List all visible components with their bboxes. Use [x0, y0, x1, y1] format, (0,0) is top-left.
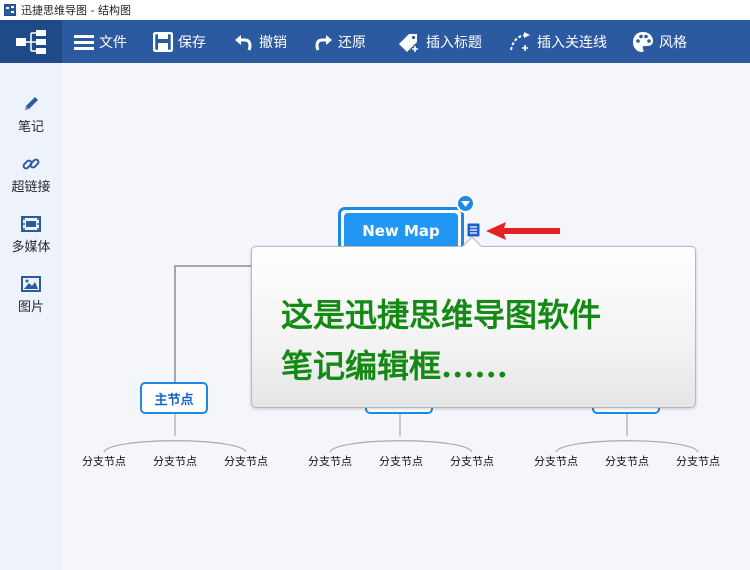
- note-indicator-icon[interactable]: [467, 223, 480, 237]
- note-editor-text[interactable]: 这是迅捷思维导图软件 笔记编辑框......: [281, 290, 691, 392]
- center-node-label: New Map: [344, 213, 458, 249]
- red-pointer-arrow-icon: [486, 222, 560, 240]
- sub-node[interactable]: 分支节点: [82, 453, 126, 469]
- sub-node[interactable]: 分支节点: [153, 453, 197, 469]
- sub-node[interactable]: 分支节点: [308, 453, 352, 469]
- sub-node[interactable]: 分支节点: [605, 453, 649, 469]
- sub-node[interactable]: 分支节点: [676, 453, 720, 469]
- sub-node[interactable]: 分支节点: [224, 453, 268, 469]
- main-node[interactable]: 主节点: [140, 382, 208, 414]
- sub-node[interactable]: 分支节点: [450, 453, 494, 469]
- chevron-down-icon: [461, 200, 470, 207]
- sub-node[interactable]: 分支节点: [534, 453, 578, 469]
- collapse-toggle-button[interactable]: [456, 194, 475, 213]
- note-editor-popup[interactable]: 这是迅捷思维导图软件 笔记编辑框......: [251, 246, 696, 408]
- popup-pointer: [462, 237, 482, 247]
- sub-node[interactable]: 分支节点: [379, 453, 423, 469]
